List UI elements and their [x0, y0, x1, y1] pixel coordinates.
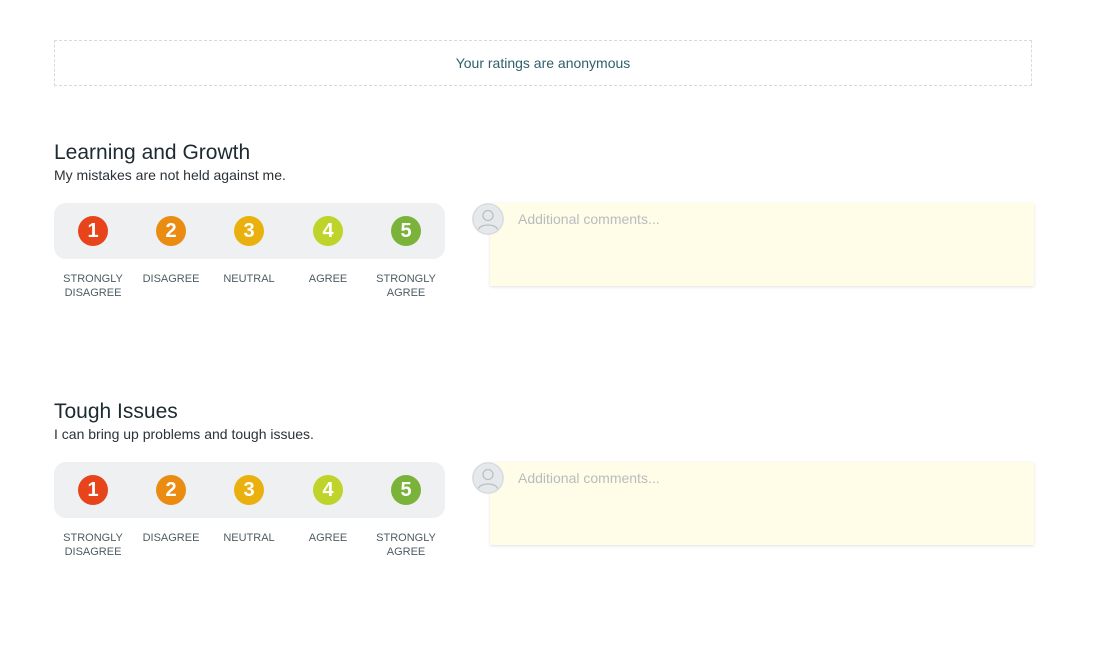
rating-label-5: STRONGLY AGREE: [376, 532, 436, 558]
rating-label-2: DISAGREE: [142, 532, 200, 544]
question-tough-issues: Tough Issues I can bring up problems and…: [54, 399, 1034, 558]
rating-option-5[interactable]: 5: [367, 462, 445, 518]
rating-label-4: AGREE: [308, 273, 348, 285]
rating-label-4: AGREE: [308, 532, 348, 544]
rating-label-5: STRONGLY AGREE: [376, 273, 436, 299]
rating-circle-4: 4: [313, 475, 343, 505]
comment-area: [472, 203, 1034, 288]
comment-input[interactable]: [490, 462, 1034, 545]
question-title: Tough Issues: [54, 400, 178, 423]
rating-circle-5: 5: [391, 475, 421, 505]
rating-label-3: NEUTRAL: [223, 273, 275, 285]
rating-label-3: NEUTRAL: [223, 532, 275, 544]
anonymous-notice-text: Your ratings are anonymous: [455, 55, 631, 71]
rating-circle-4: 4: [313, 216, 343, 246]
rating-label-1: STRONGLY DISAGREE: [63, 532, 123, 558]
comment-input[interactable]: [490, 203, 1034, 286]
question-title: Learning and Growth: [54, 141, 251, 164]
question-learning-and-growth: Learning and Growth My mistakes are not …: [54, 140, 1034, 299]
rating-option-2[interactable]: 2: [132, 203, 210, 259]
rating-option-3[interactable]: 3: [210, 203, 288, 259]
rating-label-2: DISAGREE: [142, 273, 200, 285]
survey-page: Your ratings are anonymous Learning and …: [0, 0, 1094, 656]
comment-area: [472, 462, 1034, 547]
rating-circle-3: 3: [234, 216, 264, 246]
rating-circle-1: 1: [78, 216, 108, 246]
rating-scale: 1 2 3 4 5: [54, 462, 445, 518]
question-text: I can bring up problems and tough issues…: [54, 426, 314, 442]
rating-circle-2: 2: [156, 475, 186, 505]
rating-option-2[interactable]: 2: [132, 462, 210, 518]
rating-circle-3: 3: [234, 475, 264, 505]
rating-label-1: STRONGLY DISAGREE: [63, 273, 123, 299]
rating-option-3[interactable]: 3: [210, 462, 288, 518]
user-avatar-icon: [472, 462, 504, 494]
rating-option-4[interactable]: 4: [289, 462, 367, 518]
anonymous-notice: Your ratings are anonymous: [54, 40, 1032, 86]
user-avatar-icon: [472, 203, 504, 235]
question-text: My mistakes are not held against me.: [54, 167, 286, 183]
rating-option-5[interactable]: 5: [367, 203, 445, 259]
rating-scale: 1 2 3 4 5: [54, 203, 445, 259]
rating-option-1[interactable]: 1: [54, 462, 132, 518]
rating-circle-2: 2: [156, 216, 186, 246]
rating-circle-5: 5: [391, 216, 421, 246]
rating-option-4[interactable]: 4: [289, 203, 367, 259]
rating-circle-1: 1: [78, 475, 108, 505]
rating-option-1[interactable]: 1: [54, 203, 132, 259]
